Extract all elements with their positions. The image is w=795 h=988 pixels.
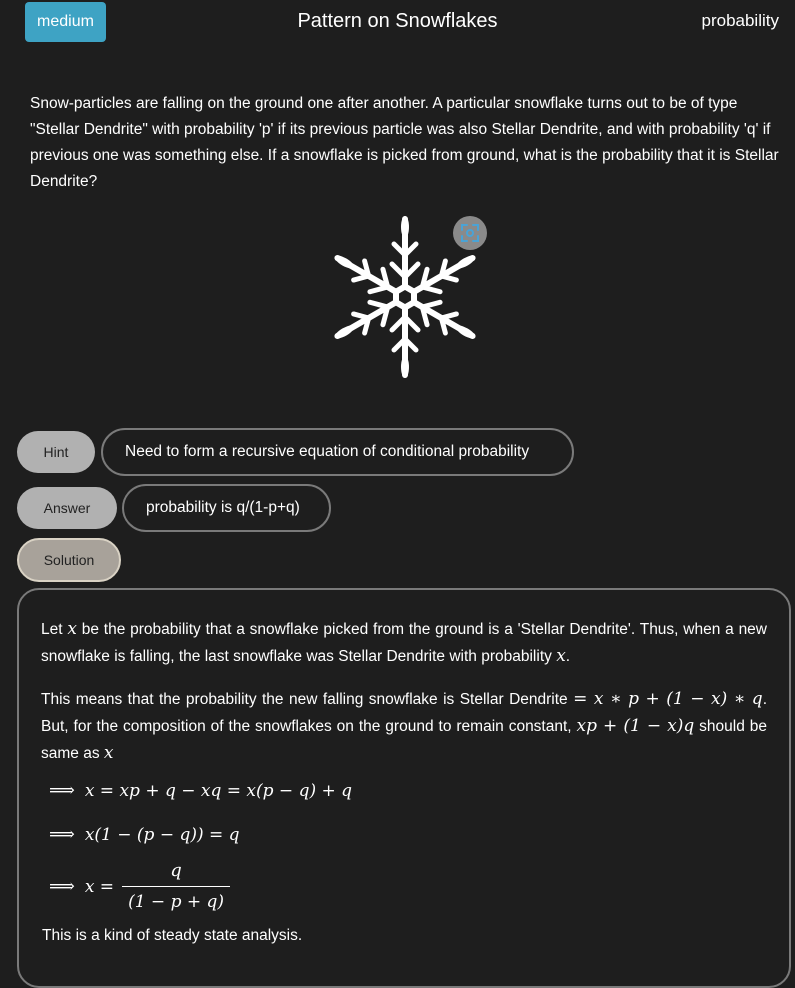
solution-text: . <box>565 648 571 665</box>
fraction-numerator: q <box>170 860 182 881</box>
equation-1-text: x = xp + q − xq = x(p − q) + q <box>84 781 353 801</box>
solution-paragraph-1: Let x be the probability that a snowflak… <box>41 616 767 670</box>
math-variable: x <box>103 743 114 763</box>
problem-statement: Snow-particles are falling on the ground… <box>30 95 779 190</box>
answer-button[interactable]: Answer <box>17 487 117 529</box>
equation-2: ⟹ x(1 − (p − q)) = q <box>49 822 240 848</box>
solution-paragraph-2: This means that the probability the new … <box>41 686 767 767</box>
implies-symbol: ⟹ <box>49 824 75 845</box>
fraction-bar <box>122 886 231 887</box>
hint-text: Need to form a recursive equation of con… <box>101 428 574 476</box>
math-expression: = x ∗ p + (1 − x) ∗ q <box>573 689 763 709</box>
solution-button[interactable]: Solution <box>17 538 121 582</box>
solution-text: This means that the probability the new … <box>41 691 574 708</box>
equation-3: ⟹ x = q (1 − p + q) <box>49 858 231 915</box>
equation-2-text: x(1 − (p − q)) = q <box>84 825 240 845</box>
math-expression: xp + (1 − x)q <box>576 716 695 736</box>
fraction-denominator: (1 − p + q) <box>128 892 225 912</box>
category-label[interactable]: probability <box>702 11 780 31</box>
solution-text: be the probability that a snowflake pick… <box>41 621 768 665</box>
implies-symbol: ⟹ <box>49 780 75 801</box>
page-title: Pattern on Snowflakes <box>297 10 498 32</box>
solution-text: Let <box>41 621 68 638</box>
solution-panel: Let x be the probability that a snowflak… <box>17 588 791 988</box>
fraction: q (1 − p + q) <box>122 858 231 915</box>
zoom-icon <box>461 224 479 242</box>
answer-text: probability is q/(1-p+q) <box>122 484 331 532</box>
equation-3-lhs: x = <box>84 876 115 897</box>
math-variable: x <box>556 646 566 666</box>
solution-closing: This is a kind of steady state analysis. <box>42 927 303 944</box>
math-variable: x <box>67 619 77 639</box>
equation-1: ⟹ x = xp + q − xq = x(p − q) + q <box>49 778 352 804</box>
hint-button[interactable]: Hint <box>17 431 95 473</box>
implies-symbol: ⟹ <box>49 875 75 897</box>
zoom-button[interactable] <box>453 216 487 250</box>
